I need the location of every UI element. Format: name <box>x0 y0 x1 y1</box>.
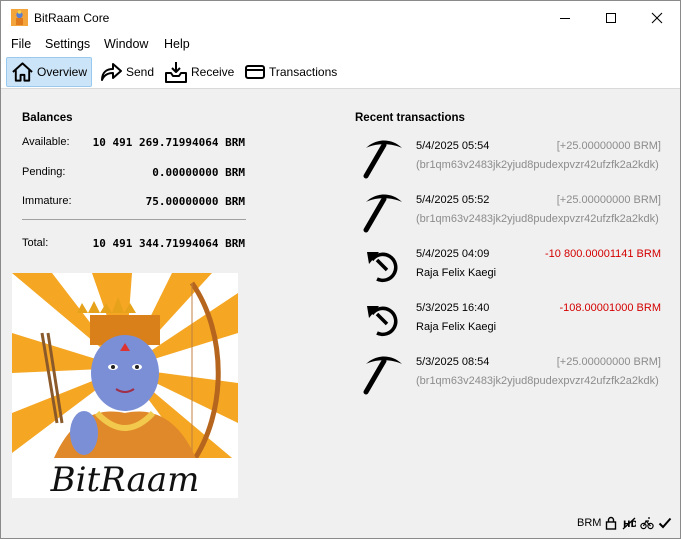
close-button[interactable] <box>634 1 680 35</box>
transaction-item[interactable]: 5/3/2025 16:40 -108.00001000 BRM Raja Fe… <box>355 295 661 347</box>
title-bar[interactable]: BitRaam Core <box>1 1 680 35</box>
minimize-icon <box>560 18 570 19</box>
tab-overview-label: Overview <box>36 65 87 79</box>
transaction-item[interactable]: 5/4/2025 04:09 -10 800.00001141 BRM Raja… <box>355 241 661 293</box>
recent-transactions-heading: Recent transactions <box>355 112 465 124</box>
pending-label: Pending: <box>22 166 66 178</box>
bitraam-logo-image: BitRaam <box>12 273 238 498</box>
send-arrow-icon <box>367 252 398 283</box>
tab-transactions[interactable]: Transactions <box>240 57 341 87</box>
overview-page: Balances Available: 10 491 269.71994064 … <box>1 90 680 510</box>
hd-disabled-icon[interactable]: HD <box>622 516 636 530</box>
immature-label: Immature: <box>22 195 72 207</box>
available-value[interactable]: 10 491 269.71994064 BRM <box>71 136 245 149</box>
transaction-date: 5/4/2025 05:54 <box>416 140 490 152</box>
balance-divider <box>22 219 246 220</box>
transaction-date: 5/3/2025 08:54 <box>416 356 490 368</box>
transaction-item[interactable]: 5/4/2025 05:54 [+25.00000000 BRM] (br1qm… <box>355 133 661 185</box>
menu-help[interactable]: Help <box>164 37 190 51</box>
pickaxe-icon <box>363 140 402 179</box>
home-icon <box>12 62 33 82</box>
tab-send[interactable]: Send <box>95 57 158 87</box>
tab-send-label: Send <box>126 65 155 79</box>
maximize-icon <box>606 13 616 23</box>
send-arrow-icon <box>367 306 398 337</box>
transaction-amount: [+25.00000000 BRM] <box>556 194 661 206</box>
credit-card-icon <box>245 65 265 79</box>
pickaxe-icon <box>363 194 402 233</box>
unit-selector[interactable]: BRM <box>577 517 601 529</box>
menu-file[interactable]: File <box>11 37 31 51</box>
transaction-amount: [+25.00000000 BRM] <box>556 140 661 152</box>
transaction-address: Raja Felix Kaegi <box>416 267 497 279</box>
transaction-date: 5/4/2025 05:52 <box>416 194 490 206</box>
minimize-button[interactable] <box>542 1 588 35</box>
network-activity-icon[interactable] <box>640 516 654 530</box>
transaction-amount: -108.00001000 BRM <box>559 302 661 314</box>
lock-icon[interactable] <box>604 516 618 530</box>
transaction-address: (br1qm63v2483jk2yjud8pudexpvzr42ufzfk2a2… <box>416 159 659 171</box>
immature-value[interactable]: 75.00000000 BRM <box>71 195 245 208</box>
app-icon <box>11 9 28 26</box>
app-window: BitRaam Core File Settings Window Help O… <box>0 0 681 539</box>
send-arrow-icon <box>101 63 122 81</box>
menu-window[interactable]: Window <box>104 37 148 51</box>
transaction-date: 5/3/2025 16:40 <box>416 302 490 314</box>
transaction-address: (br1qm63v2483jk2yjud8pudexpvzr42ufzfk2a2… <box>416 375 659 387</box>
transaction-date: 5/4/2025 04:09 <box>416 248 490 260</box>
menu-settings[interactable]: Settings <box>45 37 90 51</box>
tab-overview[interactable]: Overview <box>6 57 92 87</box>
transaction-address: Raja Felix Kaegi <box>416 321 497 333</box>
status-bar: BRM HD <box>1 510 680 538</box>
close-icon <box>651 12 663 24</box>
total-value[interactable]: 10 491 344.71994064 BRM <box>71 237 245 250</box>
window-title: BitRaam Core <box>34 11 110 25</box>
maximize-button[interactable] <box>588 1 634 35</box>
total-label: Total: <box>22 237 49 249</box>
toolbar: Overview Send Receive Transactions <box>1 55 680 89</box>
balances-heading: Balances <box>22 112 73 124</box>
tab-receive[interactable]: Receive <box>160 57 238 87</box>
pickaxe-icon <box>363 356 402 395</box>
transaction-amount: -10 800.00001141 BRM <box>545 248 661 260</box>
transaction-amount: [+25.00000000 BRM] <box>556 356 661 368</box>
synced-check-icon[interactable] <box>658 516 672 530</box>
transaction-item[interactable]: 5/4/2025 05:52 [+25.00000000 BRM] (br1qm… <box>355 187 661 239</box>
transaction-address: (br1qm63v2483jk2yjud8pudexpvzr42ufzfk2a2… <box>416 213 659 225</box>
menu-bar: File Settings Window Help <box>1 35 680 55</box>
logo-text: BitRaam <box>50 460 200 498</box>
tab-receive-label: Receive <box>191 65 235 79</box>
tab-transactions-label: Transactions <box>269 65 338 79</box>
available-label: Available: <box>22 136 70 148</box>
pending-value[interactable]: 0.00000000 BRM <box>71 166 245 179</box>
receive-inbox-icon <box>165 62 187 83</box>
svg-text:HD: HD <box>623 520 636 530</box>
transaction-item[interactable]: 5/3/2025 08:54 [+25.00000000 BRM] (br1qm… <box>355 349 661 401</box>
